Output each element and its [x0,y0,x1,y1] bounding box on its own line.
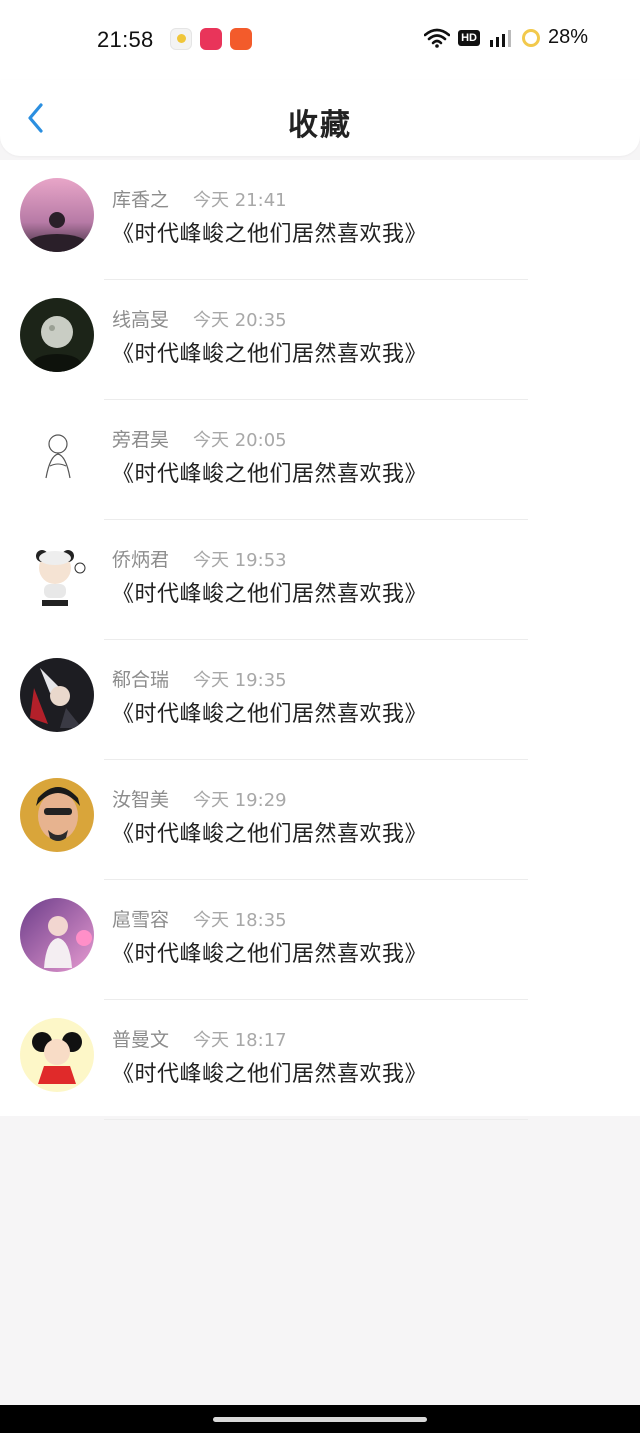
item-time: 今天 19:53 [193,550,287,571]
notification-icons [170,28,252,50]
item-time: 今天 21:41 [193,190,287,211]
favorites-list: 库香之 今天 21:41 《时代峰峻之他们居然喜欢我》 线高旻 今天 20:35… [0,160,640,1120]
item-time: 今天 18:17 [193,1030,287,1051]
avatar[interactable] [20,1018,94,1092]
item-title: 《时代峰峻之他们居然喜欢我》 [112,822,428,847]
item-author: 线高旻 [112,309,170,331]
signal-icon [488,28,514,48]
item-title: 《时代峰峻之他们居然喜欢我》 [112,1062,428,1087]
item-time: 今天 20:05 [193,430,287,451]
avatar[interactable] [20,658,94,732]
home-indicator[interactable] [213,1417,427,1422]
hd-badge: HD [458,29,480,46]
item-time: 今天 19:29 [193,790,287,811]
avatar[interactable] [20,418,94,492]
item-title: 《时代峰峻之他们居然喜欢我》 [112,702,428,727]
item-author: 旁君昊 [112,429,170,451]
list-item[interactable]: 侨炳君 今天 19:53 《时代峰峻之他们居然喜欢我》 [0,520,640,640]
status-time: 21:58 [97,27,154,52]
status-bar: 21:58 HD 28% [0,0,640,80]
list-item[interactable]: 线高旻 今天 20:35 《时代峰峻之他们居然喜欢我》 [0,280,640,400]
item-author: 汝智美 [112,789,170,811]
item-time: 今天 20:35 [193,310,287,331]
list-item[interactable]: 旁君昊 今天 20:05 《时代峰峻之他们居然喜欢我》 [0,400,640,520]
app-notification-icon [170,28,192,50]
list-item[interactable]: 普曼文 今天 18:17 《时代峰峻之他们居然喜欢我》 [0,1000,640,1120]
avatar[interactable] [20,778,94,852]
item-author: 郗合瑞 [112,669,170,691]
item-title: 《时代峰峻之他们居然喜欢我》 [112,942,428,967]
avatar[interactable] [20,898,94,972]
battery-level: 28% [547,26,588,48]
app-notification-icon [200,28,222,50]
item-author: 侨炳君 [112,549,170,571]
system-nav-bar [0,1405,640,1433]
app-header: 收藏 [0,80,640,156]
list-item[interactable]: 扈雪容 今天 18:35 《时代峰峻之他们居然喜欢我》 [0,880,640,1000]
item-author: 库香之 [112,189,170,211]
list-item[interactable]: 郗合瑞 今天 19:35 《时代峰峻之他们居然喜欢我》 [0,640,640,760]
list-item[interactable]: 库香之 今天 21:41 《时代峰峻之他们居然喜欢我》 [0,160,640,280]
item-title: 《时代峰峻之他们居然喜欢我》 [112,582,428,607]
divider [104,1119,528,1120]
battery-icon [521,28,540,47]
item-time: 今天 19:35 [193,670,287,691]
item-title: 《时代峰峻之他们居然喜欢我》 [112,342,428,367]
app-notification-icon [230,28,252,50]
item-author: 扈雪容 [112,909,170,931]
avatar[interactable] [20,178,94,252]
item-author: 普曼文 [112,1029,170,1051]
avatar[interactable] [20,538,94,612]
item-title: 《时代峰峻之他们居然喜欢我》 [112,462,428,487]
system-status: HD 28% [424,26,588,49]
item-title: 《时代峰峻之他们居然喜欢我》 [112,222,428,247]
list-item[interactable]: 汝智美 今天 19:29 《时代峰峻之他们居然喜欢我》 [0,760,640,880]
avatar[interactable] [20,298,94,372]
page-title: 收藏 [288,108,352,143]
wifi-icon [424,28,451,48]
item-time: 今天 18:35 [193,910,287,931]
